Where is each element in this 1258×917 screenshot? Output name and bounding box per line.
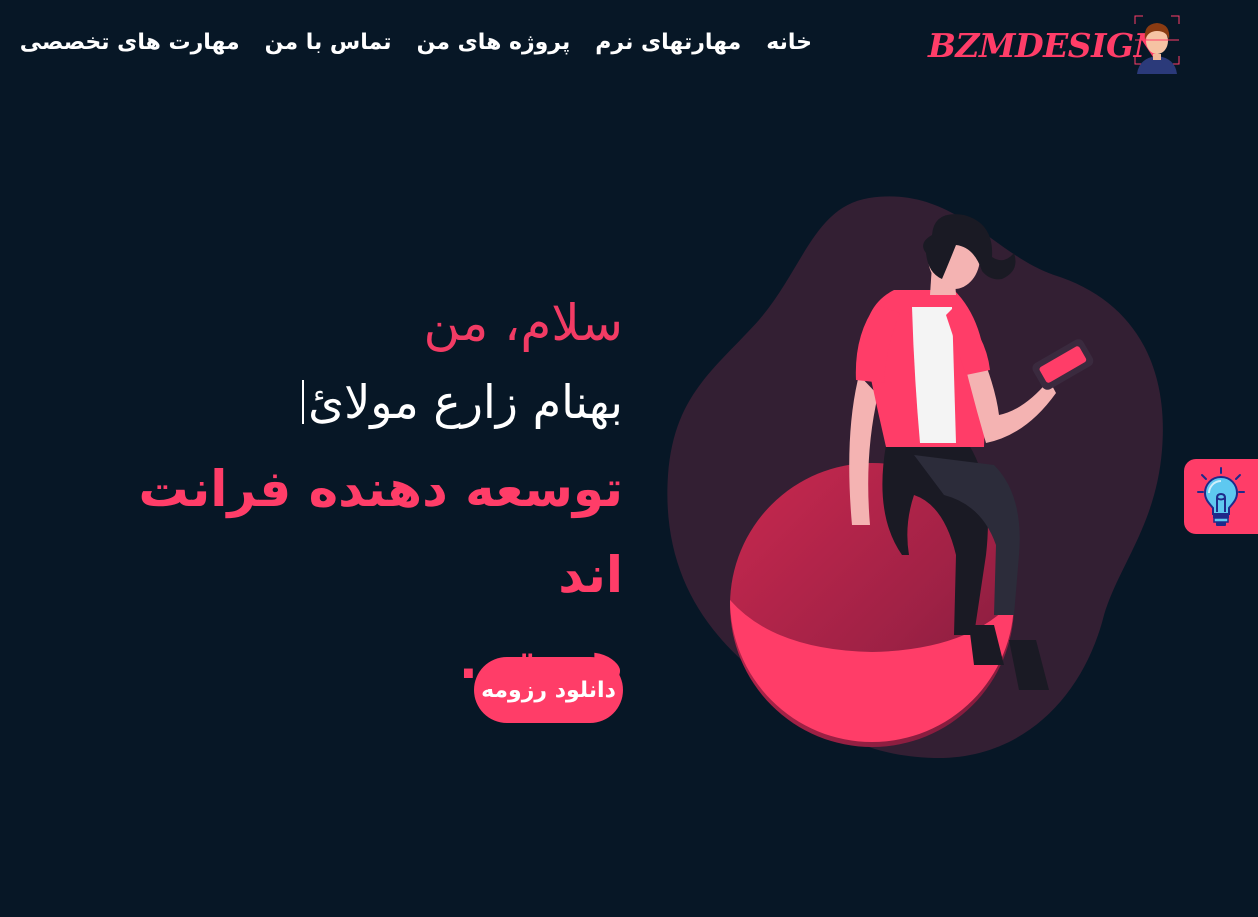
main-nav: خانه مهارتهای نرم پروژه های من تماس با م… <box>20 26 812 60</box>
theme-toggle-button[interactable] <box>1184 459 1258 534</box>
hero-name: بهنام زارع مولائ <box>308 375 623 429</box>
hero-text: سلام، من بهنام زارع مولائ توسعه دهنده فر… <box>80 290 623 704</box>
nav-item-contact[interactable]: تماس با من <box>265 26 392 60</box>
brand-logo-text[interactable]: BZMDESIGN <box>928 24 1164 68</box>
developer-avatar-icon[interactable] <box>1131 14 1183 74</box>
nav-item-technical-skills[interactable]: مهارت های تخصصی <box>20 26 240 60</box>
typing-caret <box>302 380 305 424</box>
page: خانه مهارتهای نرم پروژه های من تماس با م… <box>0 0 1258 917</box>
download-resume-button[interactable]: دانلود رزومه <box>474 657 623 723</box>
nav-item-projects[interactable]: پروژه های من <box>417 26 571 60</box>
nav-item-home[interactable]: خانه <box>766 26 812 60</box>
hero-role-line-1: توسعه دهنده فرانت اند <box>138 460 623 604</box>
hero-name-typed: بهنام زارع مولائ <box>302 370 623 434</box>
nav-item-soft-skills[interactable]: مهارتهای نرم <box>595 26 741 60</box>
lightbulb-icon <box>1197 466 1245 526</box>
hero-greeting: سلام، من <box>423 294 623 352</box>
hero-illustration <box>667 196 1163 759</box>
